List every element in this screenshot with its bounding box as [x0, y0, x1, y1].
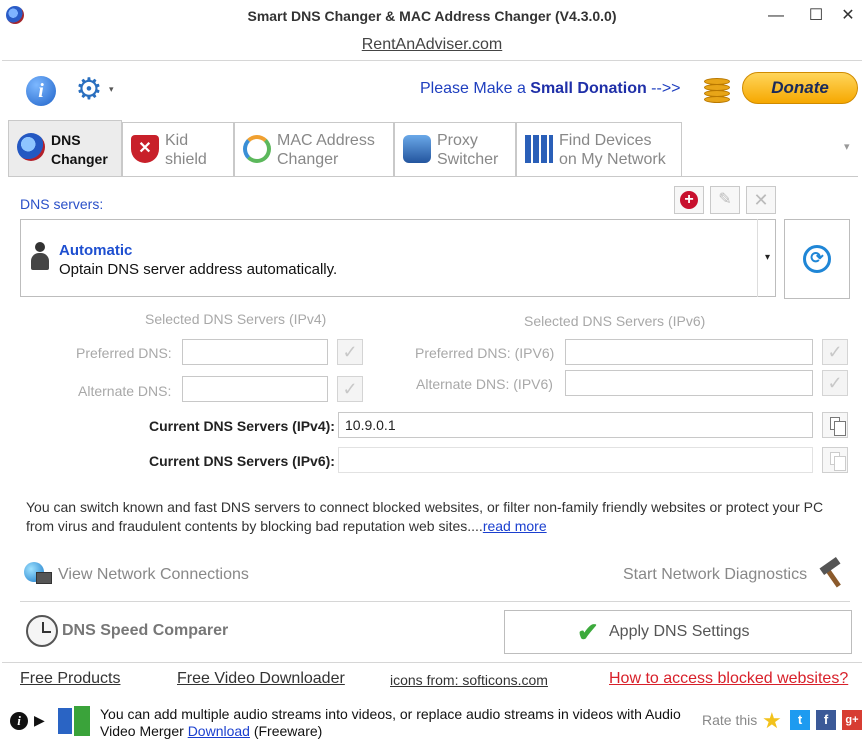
delete-dns-button[interactable]: ✕	[746, 186, 776, 214]
gear-icon[interactable]: ⚙	[74, 75, 104, 106]
current-dns-v6-label: Current DNS Servers (IPv6):	[149, 453, 335, 469]
dns-server-dropdown[interactable]: Automatic Optain DNS server address auto…	[20, 219, 776, 297]
icons-credit-link[interactable]: icons from: softicons.com	[390, 672, 548, 688]
chevron-down-icon[interactable]: ▾	[757, 219, 777, 297]
mac-cycle-icon	[243, 135, 271, 163]
site-link[interactable]: RentAnAdviser.com	[0, 36, 864, 54]
copy-dns-v4-button[interactable]	[822, 412, 848, 438]
title-bar: Smart DNS Changer & MAC Address Changer …	[0, 0, 864, 32]
person-icon	[31, 242, 49, 270]
ipv6-heading: Selected DNS Servers (IPv6)	[524, 313, 706, 329]
network-devices-icon	[525, 135, 553, 163]
dns-globe-icon	[17, 133, 45, 161]
proxy-icon	[403, 135, 431, 163]
tab-label: Find Devices on My Network	[559, 132, 666, 168]
star-icon[interactable]: ★	[762, 708, 782, 734]
divider	[20, 601, 850, 602]
preferred-dns-label: Preferred DNS:	[76, 345, 172, 361]
bottom-bar: i ▶ You can add multiple audio streams i…	[0, 700, 864, 740]
chevron-down-icon[interactable]: ▾	[109, 84, 114, 95]
network-connections-icon[interactable]	[24, 562, 52, 586]
apply-label: Apply DNS Settings	[609, 623, 750, 640]
dns-speed-comparer-link[interactable]: DNS Speed Comparer	[62, 622, 228, 640]
preferred-dns-v6-check-button[interactable]: ✓	[822, 339, 848, 365]
tab-label: DNS Changer	[51, 132, 108, 167]
alternate-dns-label: Alternate DNS:	[78, 383, 172, 399]
shield-icon: ✕	[131, 135, 159, 163]
add-dns-button[interactable]: +	[674, 186, 704, 214]
ipv4-heading: Selected DNS Servers (IPv4)	[145, 311, 327, 327]
read-more-link[interactable]: read more	[483, 518, 547, 534]
tab-proxy-switcher[interactable]: Proxy Switcher	[394, 122, 516, 176]
donate-button[interactable]: Donate	[742, 72, 858, 104]
donation-suffix: -->>	[646, 80, 681, 97]
edit-dns-button[interactable]: ✎	[710, 186, 740, 214]
minimize-button[interactable]: —	[756, 2, 796, 30]
dns-selected-name: Automatic	[59, 242, 133, 259]
dns-servers-label: DNS servers:	[20, 196, 104, 212]
alternate-dns-v6-label: Alternate DNS: (IPV6)	[416, 376, 553, 392]
promo-download-link[interactable]: Download	[188, 723, 250, 739]
tab-kid-shield[interactable]: ✕ Kid shield	[122, 122, 234, 176]
alternate-dns-v6-check-button[interactable]: ✓	[822, 370, 848, 396]
window-title: Smart DNS Changer & MAC Address Changer …	[247, 8, 617, 24]
twitter-icon[interactable]: t	[790, 710, 810, 730]
google-plus-icon[interactable]: g+	[842, 710, 862, 730]
tabs-more-icon[interactable]: ▾	[844, 140, 850, 153]
preferred-dns-check-button[interactable]: ✓	[337, 339, 363, 365]
hammer-icon[interactable]	[818, 556, 846, 588]
apply-dns-settings-button[interactable]: ✔ Apply DNS Settings	[504, 610, 852, 654]
close-button[interactable]: ✕	[832, 2, 864, 30]
play-icon[interactable]: ▶	[34, 712, 45, 729]
rate-label: Rate this	[702, 712, 758, 728]
preferred-dns-input[interactable]	[182, 339, 328, 365]
description-body: You can switch known and fast DNS server…	[26, 499, 824, 534]
refresh-button[interactable]: ⟳	[784, 219, 850, 299]
divider	[2, 60, 862, 61]
blocked-websites-link[interactable]: How to access blocked websites?	[609, 670, 848, 688]
refresh-icon: ⟳	[803, 245, 831, 273]
preferred-dns-v6-input[interactable]	[565, 339, 813, 365]
alternate-dns-v6-input[interactable]	[565, 370, 813, 396]
dns-selected-description: Optain DNS server address automatically.	[59, 261, 338, 278]
info-icon[interactable]: i	[26, 76, 56, 106]
current-dns-v4-field[interactable]	[338, 412, 813, 438]
preferred-dns-v6-label: Preferred DNS: (IPV6)	[415, 345, 555, 361]
view-network-connections-link[interactable]: View Network Connections	[58, 566, 249, 584]
audio-video-merger-icon[interactable]	[56, 704, 94, 738]
facebook-icon[interactable]: f	[816, 710, 836, 730]
free-video-downloader-link[interactable]: Free Video Downloader	[177, 670, 345, 688]
tab-mac-changer[interactable]: MAC Address Changer	[234, 122, 394, 176]
alternate-dns-input[interactable]	[182, 376, 328, 402]
copy-icon	[830, 452, 846, 471]
promo-suffix: (Freeware)	[249, 723, 323, 739]
promo-text: You can add multiple audio streams into …	[100, 706, 690, 740]
tab-label: Kid shield	[165, 132, 207, 168]
donation-message[interactable]: Please Make a Small Donation -->>	[420, 80, 681, 98]
free-products-link[interactable]: Free Products	[20, 670, 120, 688]
donation-emphasis: Small Donation	[530, 80, 647, 97]
alternate-dns-check-button[interactable]: ✓	[337, 376, 363, 402]
tab-label: MAC Address Changer	[277, 132, 375, 168]
plus-icon: +	[680, 191, 698, 209]
start-network-diagnostics-link[interactable]: Start Network Diagnostics	[623, 566, 807, 584]
coins-icon	[700, 72, 734, 106]
description-text: You can switch known and fast DNS server…	[26, 498, 846, 536]
divider	[2, 662, 862, 663]
current-dns-v6-field[interactable]	[338, 447, 813, 473]
tab-find-devices[interactable]: Find Devices on My Network	[516, 122, 682, 176]
maximize-button[interactable]: ☐	[796, 2, 836, 30]
tab-label: Proxy Switcher	[437, 132, 499, 168]
info-icon[interactable]: i	[10, 712, 28, 730]
current-dns-v4-label: Current DNS Servers (IPv4):	[149, 418, 335, 434]
tab-dns-changer[interactable]: DNS Changer	[8, 120, 122, 176]
clock-icon[interactable]	[26, 615, 58, 647]
copy-dns-v6-button[interactable]	[822, 447, 848, 473]
checkmark-icon: ✔	[577, 617, 599, 647]
donation-prefix: Please Make a	[420, 80, 531, 97]
copy-icon	[830, 417, 846, 436]
